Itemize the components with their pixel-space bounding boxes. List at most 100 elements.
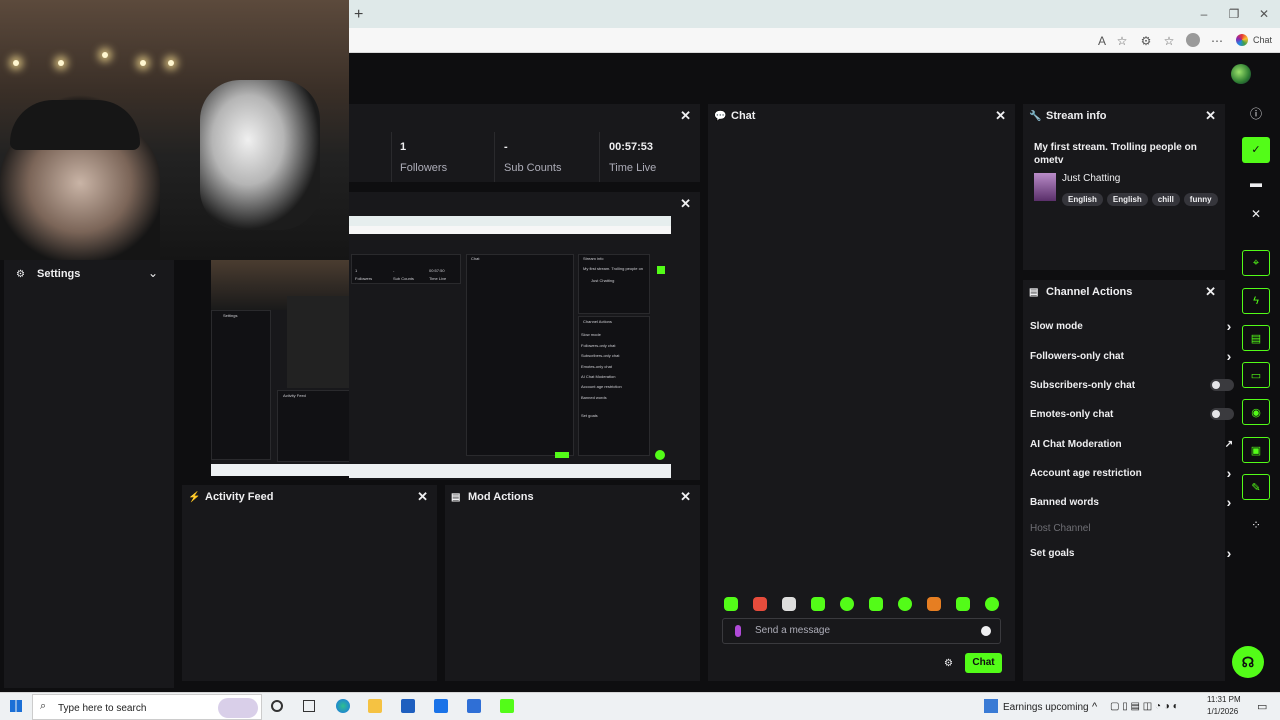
document-icon: ▤: [451, 491, 461, 503]
emote-icon[interactable]: [869, 597, 883, 611]
taskbar-search-box[interactable]: ⌕ Type here to search: [32, 694, 262, 720]
chevron-right-icon: ›: [1226, 545, 1232, 561]
kick-app-icon[interactable]: [500, 699, 514, 713]
mod-actions-panel: ▤ Mod Actions ✕: [445, 485, 700, 681]
emote-icon[interactable]: [724, 597, 738, 611]
tray-icons[interactable]: ▢ ▯ ▤ ◫ ◔ ◑ ◐: [1110, 701, 1179, 712]
emote-icon[interactable]: [782, 597, 796, 611]
taskbar-time: 11:31 PM: [1207, 695, 1241, 704]
profile-icon[interactable]: [1186, 33, 1200, 47]
news-icon[interactable]: [984, 699, 998, 713]
file-explorer-icon[interactable]: [368, 699, 382, 713]
banned-words-item[interactable]: Banned words ›: [1030, 492, 1234, 512]
media-icon[interactable]: ▣: [1242, 437, 1270, 463]
mail-icon[interactable]: [434, 699, 448, 713]
emote-icon[interactable]: [811, 597, 825, 611]
chat-settings-gear-icon[interactable]: ⚙: [944, 658, 953, 669]
close-icon[interactable]: ✕: [417, 490, 428, 503]
chat-bubble-icon[interactable]: ▭: [1242, 362, 1270, 388]
chat-bubble-icon: 💬: [714, 110, 727, 122]
search-highlight-image: [218, 698, 258, 718]
divider: [494, 132, 495, 182]
store-icon[interactable]: [401, 699, 415, 713]
read-aloud-icon[interactable]: A: [1094, 33, 1110, 49]
emote-icon[interactable]: [927, 597, 941, 611]
slow-mode-item[interactable]: Slow mode ›: [1030, 316, 1234, 336]
app-icon[interactable]: [467, 699, 481, 713]
emote-icon[interactable]: [753, 597, 767, 611]
more-dots-icon[interactable]: ⁘: [1242, 514, 1270, 536]
close-icon[interactable]: ✕: [680, 109, 691, 122]
more-menu-icon[interactable]: ⋯: [1209, 33, 1225, 49]
emote-icon[interactable]: [840, 597, 854, 611]
copilot-icon[interactable]: [1236, 34, 1248, 46]
chat-send-button[interactable]: Chat: [965, 653, 1002, 673]
webcam-overlay: [0, 0, 349, 260]
settings-label[interactable]: Settings: [37, 268, 80, 280]
emote-icon[interactable]: [956, 597, 970, 611]
close-icon[interactable]: ✕: [680, 197, 691, 210]
chevron-right-icon: ›: [1226, 318, 1232, 334]
activity-feed-panel: ⚡ Activity Feed ✕: [182, 485, 437, 681]
info-icon[interactable]: ⓘ: [1242, 102, 1270, 124]
wrench-icon[interactable]: ✎: [1242, 474, 1270, 500]
tag: chill: [1151, 193, 1180, 206]
broadcast-icon[interactable]: ◉: [1242, 399, 1270, 425]
edge-browser-icon[interactable]: [336, 699, 350, 713]
emotes-only-item: Emotes-only chat: [1030, 404, 1234, 424]
check-icon[interactable]: ✓: [1242, 137, 1270, 163]
favorite-star-icon[interactable]: ☆: [1114, 33, 1130, 49]
news-label[interactable]: Earnings upcoming: [1003, 702, 1089, 713]
channel-actions-title: Channel Actions: [1046, 286, 1133, 298]
followers-only-item[interactable]: Followers-only chat ›: [1030, 346, 1234, 366]
account-age-item[interactable]: Account age restriction ›: [1030, 463, 1234, 483]
channel-actions-panel: ▤ Channel Actions ✕ Slow mode › Followers…: [1023, 280, 1234, 681]
stream-title: My first stream. Trolling people on omet…: [1034, 142, 1197, 166]
settings-panel: ⚙ Settings ⌄: [4, 260, 174, 688]
sub-count-label: Sub Counts: [504, 162, 562, 174]
wrench-icon: 🔧: [1029, 110, 1042, 122]
camera-focus-icon[interactable]: ⌖: [1242, 250, 1270, 276]
close-icon[interactable]: ✕: [995, 109, 1006, 122]
notification-icon[interactable]: ▭: [1257, 700, 1267, 713]
chevron-right-icon: ›: [1226, 494, 1232, 510]
emote-icon[interactable]: [985, 597, 999, 611]
support-icon[interactable]: ☊: [1232, 646, 1264, 678]
new-tab-button[interactable]: +: [354, 6, 363, 24]
chevron-down-icon[interactable]: ⌄: [148, 266, 158, 280]
chevron-right-icon: ›: [1226, 348, 1232, 364]
windows-start-icon[interactable]: [10, 700, 22, 712]
close-icon[interactable]: ✕: [1205, 109, 1216, 122]
sub-count: -: [504, 141, 508, 153]
extensions-icon[interactable]: ⚙: [1138, 33, 1154, 49]
avatar[interactable]: [1231, 64, 1251, 84]
lightning-icon[interactable]: ϟ: [1242, 288, 1270, 314]
microphone-icon[interactable]: [735, 625, 741, 637]
close-rail-icon[interactable]: ✕: [1242, 203, 1270, 225]
layout-icon[interactable]: ▬: [1242, 172, 1270, 194]
favorites-icon[interactable]: ☆: [1161, 33, 1177, 49]
category-thumbnail: [1034, 173, 1056, 201]
lightning-icon: ⚡: [188, 491, 201, 503]
close-icon[interactable]: ✕: [1205, 285, 1216, 298]
chat-message-input[interactable]: Send a message: [722, 618, 1001, 644]
cortana-icon[interactable]: [271, 700, 283, 712]
set-goals-item[interactable]: Set goals ›: [1030, 543, 1234, 563]
activity-feed-title: Activity Feed: [205, 491, 274, 503]
ai-chat-moderation-item[interactable]: AI Chat Moderation ↗: [1030, 434, 1234, 454]
emoji-icon[interactable]: [981, 626, 991, 636]
browser-chat-label[interactable]: Chat: [1253, 35, 1272, 45]
emotes-only-toggle[interactable]: [1210, 408, 1234, 420]
restore-icon[interactable]: ❐: [1226, 6, 1242, 22]
tray-chevron-icon[interactable]: ^: [1092, 701, 1097, 713]
close-icon[interactable]: ✕: [680, 490, 691, 503]
close-window-icon[interactable]: ✕: [1256, 6, 1272, 22]
notes-icon[interactable]: ▤: [1242, 325, 1270, 351]
subscribers-only-toggle[interactable]: [1210, 379, 1234, 391]
followers-label: Followers: [400, 162, 448, 174]
emote-icon[interactable]: [898, 597, 912, 611]
task-view-icon[interactable]: [303, 700, 315, 712]
emotes-only-label: Emotes-only chat: [1030, 408, 1114, 420]
external-link-icon: ↗: [1224, 438, 1234, 450]
minimize-icon[interactable]: –: [1196, 6, 1212, 22]
